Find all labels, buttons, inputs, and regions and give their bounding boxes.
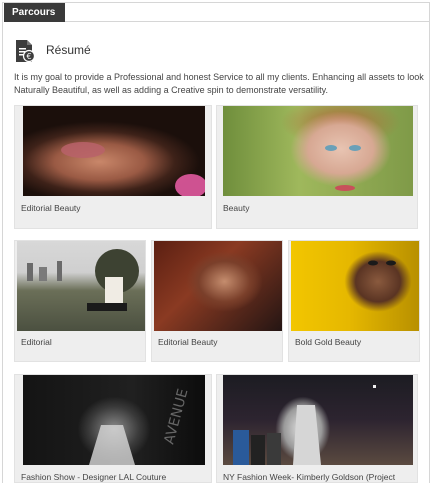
resume-document-icon: € [14,39,36,63]
portfolio-photo[interactable] [154,241,282,331]
portfolio-photo[interactable] [223,375,413,465]
portfolio-photo[interactable] [291,241,419,331]
section-title: Résumé [46,43,91,57]
portfolio-caption: Editorial [21,337,52,347]
portfolio-photo[interactable] [223,106,413,196]
portfolio-caption: Fashion Show - Designer LAL Couture [21,472,167,482]
intro-text: It is my goal to provide a Professional … [14,72,424,95]
svg-text:AVENUE: AVENUE [161,387,191,446]
portfolio-card[interactable]: Beauty [216,105,418,229]
portfolio-caption: Editorial Beauty [21,203,81,213]
portfolio-card[interactable]: NY Fashion Week- Kimberly Goldson (Proje… [216,374,418,483]
portfolio-caption: NY Fashion Week- Kimberly Goldson (Proje… [223,472,396,482]
portfolio-photo[interactable] [23,106,205,196]
portfolio-caption: Beauty [223,203,250,213]
portfolio-card[interactable]: Editorial Beauty [151,240,283,362]
tab-parcours[interactable]: Parcours [4,3,65,22]
portfolio-card[interactable]: Bold Gold Beauty [288,240,420,362]
svg-text:€: € [26,52,31,61]
portfolio-caption: Bold Gold Beauty [295,337,362,347]
tab-divider [65,21,430,22]
portfolio-card[interactable]: Editorial [14,240,146,362]
portfolio-card[interactable]: AVENUE Fashion Show - Designer LAL Coutu… [14,374,212,483]
portfolio-card[interactable]: Editorial Beauty [14,105,212,229]
portfolio-caption: Editorial Beauty [158,337,218,347]
portfolio-photo[interactable] [17,241,145,331]
portfolio-photo[interactable]: AVENUE [23,375,205,465]
